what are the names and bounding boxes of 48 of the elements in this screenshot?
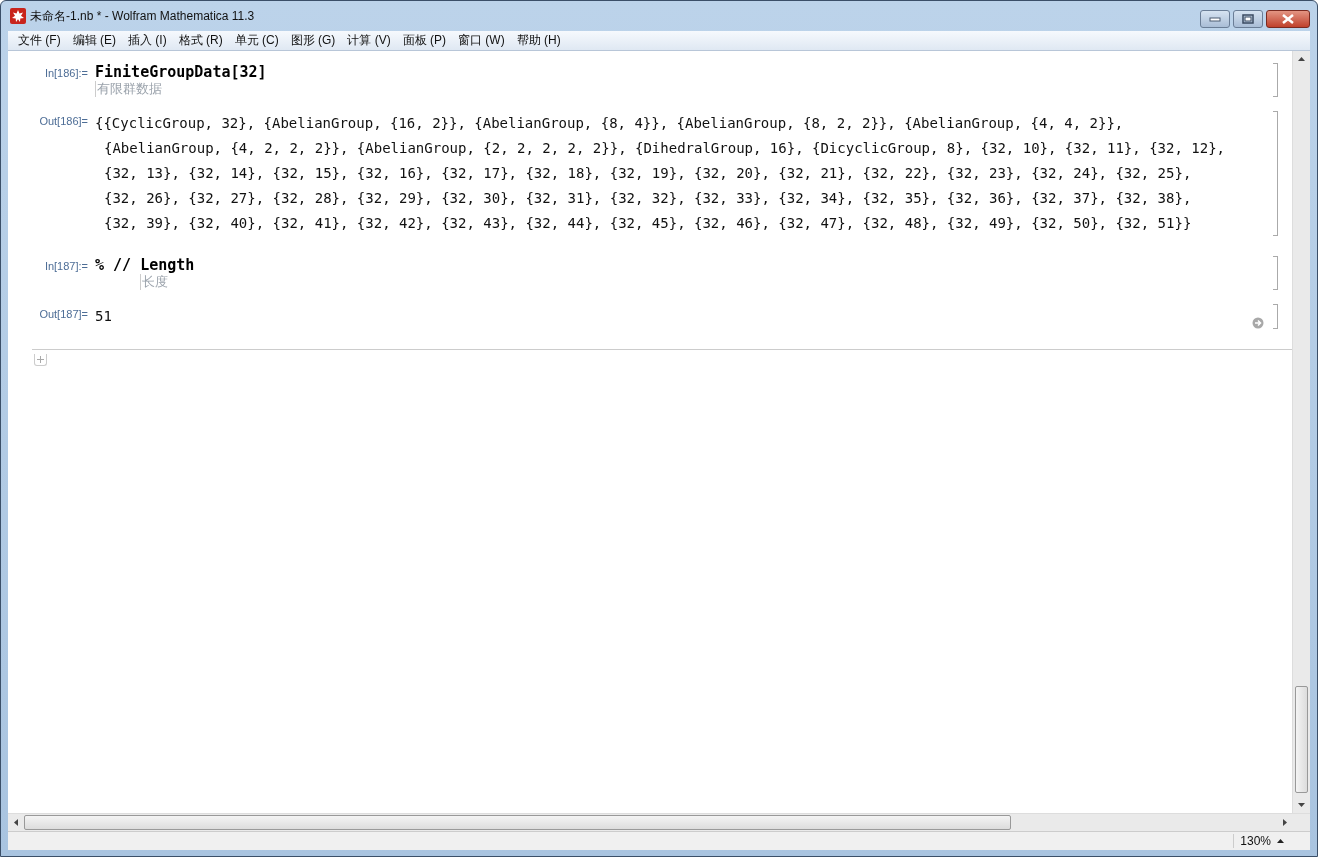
menu-item[interactable]: 图形 (G) <box>284 32 342 49</box>
autocomplete-hint: 长度 <box>140 274 169 290</box>
output-text: 51 <box>95 307 112 326</box>
cell-label: Out[186]= <box>38 114 89 129</box>
minimize-icon <box>1209 16 1221 22</box>
menu-item[interactable]: 文件 (F) <box>12 32 67 49</box>
close-icon <box>1281 14 1295 24</box>
scroll-down-icon[interactable] <box>1298 803 1305 807</box>
scroll-thumb[interactable] <box>24 815 1011 830</box>
horizontal-scrollbar[interactable] <box>8 813 1310 831</box>
input-code[interactable]: % // Length <box>95 256 195 274</box>
vertical-scrollbar[interactable] <box>1292 51 1310 813</box>
output-text: {32, 39}, {32, 40}, {32, 41}, {32, 42}, {32, 43}, {32, 44}, {32, 45}, {32, 46}, {32, 47}, {32, 48}, {32, 49}, {32, 50}, {32, 51}} <box>104 214 1192 233</box>
suggestion-arrow-icon[interactable] <box>1252 317 1264 329</box>
output-text: {AbelianGroup, {4, 2, 2, 2}}, {AbelianGroup, {2, 2, 2, 2, 2}}, {DihedralGroup, 16}, {DicyclicGroup, 8}, {32, 10}, {32, 11}, {32, 12}, <box>104 139 1226 158</box>
menu-item[interactable]: 单元 (C) <box>228 32 285 49</box>
minimize-button[interactable] <box>1200 10 1230 28</box>
input-code[interactable]: FiniteGroupData[32] <box>95 63 267 81</box>
maximize-icon <box>1242 14 1254 24</box>
maximize-button[interactable] <box>1233 10 1263 28</box>
cell-bracket[interactable] <box>1273 63 1278 97</box>
menu-item[interactable]: 帮助 (H) <box>510 32 567 49</box>
menu-item[interactable]: 编辑 (E) <box>66 32 122 49</box>
menu-item[interactable]: 计算 (V) <box>341 32 397 49</box>
menu-item[interactable]: 面板 (P) <box>396 32 453 49</box>
cell-label: In[187]:= <box>43 259 89 274</box>
autocomplete-hint: 有限群数据 <box>95 81 162 97</box>
scroll-up-icon[interactable] <box>1298 57 1305 61</box>
add-cell-icon[interactable] <box>34 354 47 366</box>
scroll-right-icon[interactable] <box>1283 819 1287 826</box>
zoom-level[interactable]: 130% <box>1233 834 1271 848</box>
menu-item[interactable]: 窗口 (W) <box>452 32 511 49</box>
menu-item[interactable]: 插入 (I) <box>122 32 173 49</box>
scroll-left-icon[interactable] <box>14 819 18 826</box>
app-icon <box>10 8 26 24</box>
output-text: {32, 13}, {32, 14}, {32, 15}, {32, 16}, {32, 17}, {32, 18}, {32, 19}, {32, 20}, {32, 21}, {32, 22}, {32, 23}, {32, 24}, {32, 25}, <box>104 164 1192 183</box>
zoom-menu-icon[interactable] <box>1277 839 1284 843</box>
scroll-thumb[interactable] <box>1295 686 1308 793</box>
cell-bracket[interactable] <box>1273 111 1278 236</box>
window-title: 未命名-1.nb * - Wolfram Mathematica 11.3 <box>30 7 255 25</box>
output-text: {{CyclicGroup, 32}, {AbelianGroup, {16, 2}}, {AbelianGroup, {8, 4}}, {AbelianGroup, {8, 2, 2}}, {AbelianGroup, {4, 4, 2}}, <box>95 114 1124 133</box>
close-button[interactable] <box>1266 10 1310 28</box>
menu-item[interactable]: 格式 (R) <box>172 32 229 49</box>
output-text: {32, 26}, {32, 27}, {32, 28}, {32, 29}, {32, 30}, {32, 31}, {32, 32}, {32, 33}, {32, 34}, {32, 35}, {32, 36}, {32, 37}, {32, 38}, <box>104 189 1192 208</box>
cell-label: Out[187]= <box>38 307 89 322</box>
cell-bracket[interactable] <box>1273 256 1278 290</box>
cell-label: In[186]:= <box>43 66 89 81</box>
cell-bracket[interactable] <box>1273 304 1278 329</box>
